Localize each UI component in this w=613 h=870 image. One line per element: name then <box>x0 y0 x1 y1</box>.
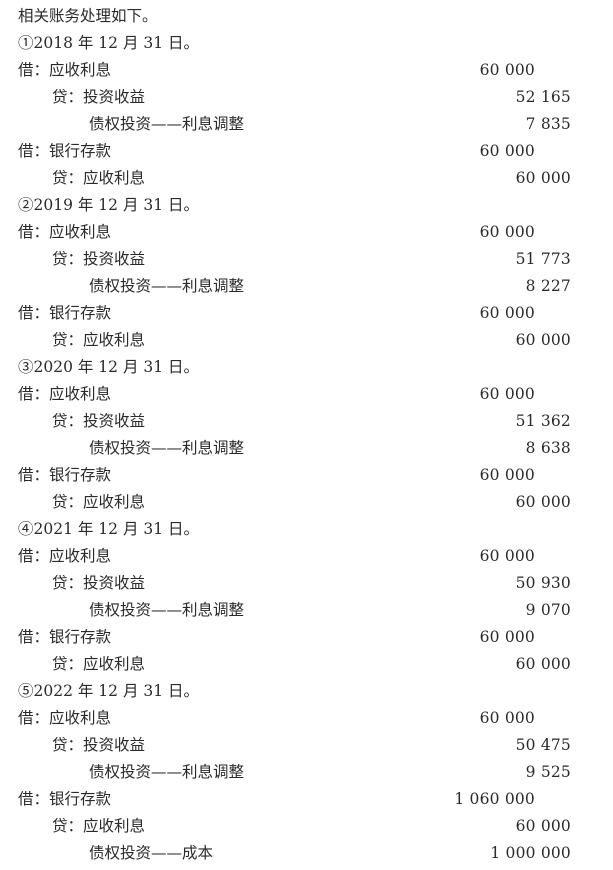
journal-line: 贷：应收利息 60 000 <box>0 165 613 192</box>
journal-line: 债权投资——利息调整 9 070 <box>0 597 613 624</box>
journal-line: 借：应收利息 60 000 <box>0 57 613 84</box>
credit-amount: 50 475 <box>515 736 571 754</box>
journal-line: 贷：应收利息 60 000 <box>0 489 613 516</box>
journal-line: 借：银行存款 1 060 000 <box>0 786 613 813</box>
account-name: 债权投资——利息调整 <box>89 115 245 133</box>
credit-amount: 60 000 <box>515 655 571 673</box>
account-name: 债权投资——利息调整 <box>89 277 245 295</box>
account-name: 贷：应收利息 <box>52 493 146 511</box>
journal-line: 债权投资——利息调整 9 525 <box>0 759 613 786</box>
journal-line: 借：应收利息 60 000 <box>0 219 613 246</box>
journal-line: 债权投资——利息调整 7 835 <box>0 111 613 138</box>
account-name: 贷：应收利息 <box>52 169 146 187</box>
credit-amount: 52 165 <box>515 88 571 106</box>
journal-document: 相关账务处理如下。 ①2018 年 12 月 31 日。 借：应收利息 60 000… <box>0 3 613 867</box>
account-name: 借：应收利息 <box>18 61 112 79</box>
account-name: 借：应收利息 <box>18 709 112 727</box>
debit-amount: 60 000 <box>479 61 535 79</box>
journal-line: 贷：投资收益 51 362 <box>0 408 613 435</box>
journal-line: 贷：投资收益 50 930 <box>0 570 613 597</box>
credit-amount: 8 227 <box>525 277 571 295</box>
credit-amount: 60 000 <box>515 817 571 835</box>
journal-line: 债权投资——成本 1 000 000 <box>0 840 613 867</box>
account-name: 债权投资——利息调整 <box>89 601 245 619</box>
entry-date: ①2018 年 12 月 31 日。 <box>18 34 200 52</box>
account-name: 借：银行存款 <box>18 466 112 484</box>
intro-text: 相关账务处理如下。 <box>18 7 158 25</box>
entry-date: ④2021 年 12 月 31 日。 <box>18 520 200 538</box>
debit-amount: 60 000 <box>479 223 535 241</box>
journal-entries: ①2018 年 12 月 31 日。 借：应收利息 60 000 贷：投资收益 52 1… <box>0 30 613 867</box>
intro-line: 相关账务处理如下。 <box>0 3 613 30</box>
account-name: 借：银行存款 <box>18 628 112 646</box>
account-name: 贷：应收利息 <box>52 331 146 349</box>
account-name: 借：应收利息 <box>18 547 112 565</box>
account-name: 贷：应收利息 <box>52 817 146 835</box>
debit-amount: 60 000 <box>479 385 535 403</box>
credit-amount: 51 362 <box>515 412 571 430</box>
debit-amount: 60 000 <box>479 709 535 727</box>
entry-date: ⑤2022 年 12 月 31 日。 <box>18 682 200 700</box>
account-name: 债权投资——利息调整 <box>89 439 245 457</box>
credit-amount: 60 000 <box>515 493 571 511</box>
journal-line: 贷：投资收益 51 773 <box>0 246 613 273</box>
journal-line: 借：银行存款 60 000 <box>0 300 613 327</box>
account-name: 借：银行存款 <box>18 142 112 160</box>
journal-line: 借：应收利息 60 000 <box>0 705 613 732</box>
account-name: 贷：投资收益 <box>52 574 146 592</box>
journal-line: 借：应收利息 60 000 <box>0 543 613 570</box>
entry-date-row: ①2018 年 12 月 31 日。 <box>0 30 613 57</box>
account-name: 贷：投资收益 <box>52 736 146 754</box>
entry-date: ②2019 年 12 月 31 日。 <box>18 196 200 214</box>
debit-amount: 60 000 <box>479 466 535 484</box>
journal-line: 贷：应收利息 60 000 <box>0 327 613 354</box>
credit-amount: 60 000 <box>515 331 571 349</box>
journal-line: 贷：投资收益 52 165 <box>0 84 613 111</box>
journal-line: 贷：应收利息 60 000 <box>0 651 613 678</box>
journal-line: 借：银行存款 60 000 <box>0 624 613 651</box>
journal-line: 借：银行存款 60 000 <box>0 138 613 165</box>
account-name: 债权投资——利息调整 <box>89 763 245 781</box>
journal-line: 借：银行存款 60 000 <box>0 462 613 489</box>
credit-amount: 8 638 <box>525 439 571 457</box>
journal-line: 债权投资——利息调整 8 227 <box>0 273 613 300</box>
credit-amount: 7 835 <box>525 115 571 133</box>
account-name: 贷：投资收益 <box>52 412 146 430</box>
debit-amount: 60 000 <box>479 304 535 322</box>
journal-line: 债权投资——利息调整 8 638 <box>0 435 613 462</box>
entry-date-row: ⑤2022 年 12 月 31 日。 <box>0 678 613 705</box>
entry-date-row: ③2020 年 12 月 31 日。 <box>0 354 613 381</box>
journal-line: 贷：投资收益 50 475 <box>0 732 613 759</box>
entry-date-row: ④2021 年 12 月 31 日。 <box>0 516 613 543</box>
debit-amount: 60 000 <box>479 142 535 160</box>
debit-amount: 60 000 <box>479 628 535 646</box>
credit-amount: 60 000 <box>515 169 571 187</box>
account-name: 借：银行存款 <box>18 304 112 322</box>
debit-amount: 1 060 000 <box>454 790 535 808</box>
debit-amount: 60 000 <box>479 547 535 565</box>
credit-amount: 9 070 <box>525 601 571 619</box>
account-name: 贷：应收利息 <box>52 655 146 673</box>
credit-amount: 51 773 <box>515 250 571 268</box>
journal-line: 借：应收利息 60 000 <box>0 381 613 408</box>
credit-amount: 50 930 <box>515 574 571 592</box>
credit-amount: 1 000 000 <box>490 844 571 862</box>
account-name: 借：银行存款 <box>18 790 112 808</box>
account-name: 贷：投资收益 <box>52 88 146 106</box>
journal-line: 贷：应收利息 60 000 <box>0 813 613 840</box>
entry-date: ③2020 年 12 月 31 日。 <box>18 358 200 376</box>
credit-amount: 9 525 <box>525 763 571 781</box>
account-name: 借：应收利息 <box>18 223 112 241</box>
entry-date-row: ②2019 年 12 月 31 日。 <box>0 192 613 219</box>
account-name: 债权投资——成本 <box>89 844 214 862</box>
account-name: 借：应收利息 <box>18 385 112 403</box>
account-name: 贷：投资收益 <box>52 250 146 268</box>
